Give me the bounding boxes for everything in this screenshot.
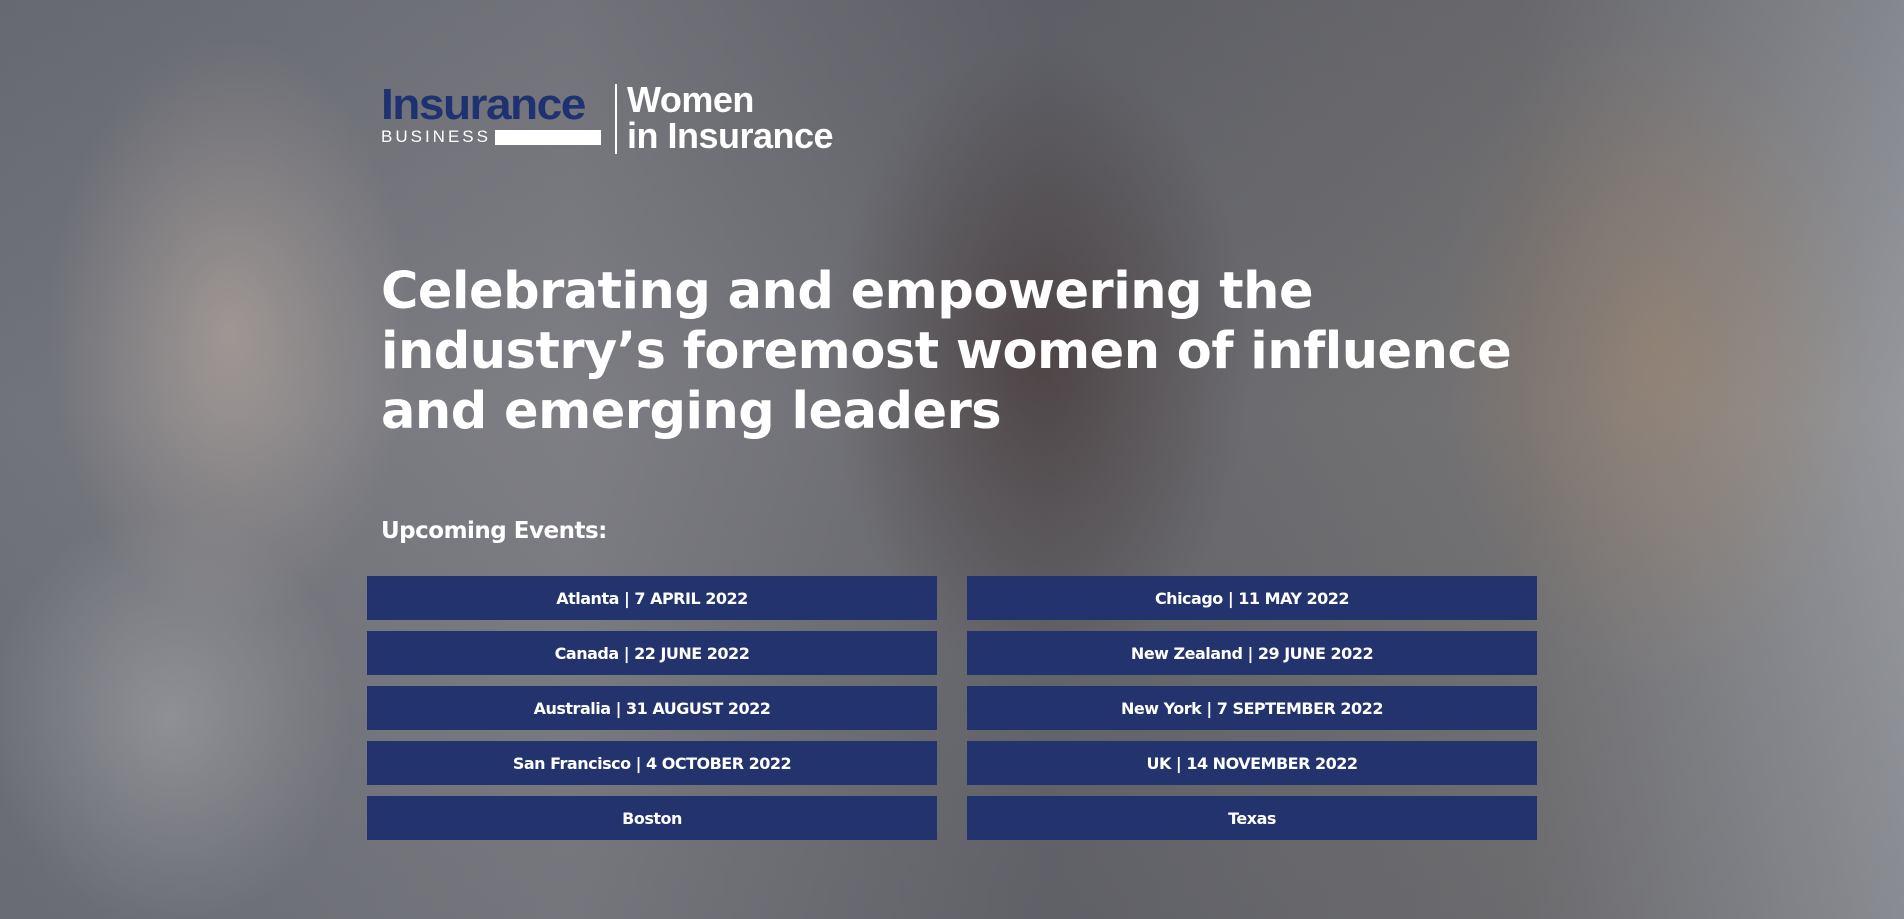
event-button-texas[interactable]: Texas bbox=[967, 796, 1537, 840]
logo-divider bbox=[615, 84, 617, 154]
event-button-boston[interactable]: Boston bbox=[367, 796, 937, 840]
upcoming-events-grid: Atlanta | 7 APRIL 2022 Chicago | 11 MAY … bbox=[367, 576, 1537, 840]
insurance-business-logo-sub: BUSINESS bbox=[381, 128, 601, 146]
event-button-san-francisco[interactable]: San Francisco | 4 OCTOBER 2022 bbox=[367, 741, 937, 785]
women-in-insurance-line-2: in Insurance bbox=[627, 115, 834, 156]
insurance-business-logo: Insurance BUSINESS bbox=[381, 82, 601, 146]
women-in-insurance-line-1: Women bbox=[627, 79, 754, 120]
event-button-uk[interactable]: UK | 14 NOVEMBER 2022 bbox=[967, 741, 1537, 785]
women-in-insurance-logo: Women in Insurance bbox=[627, 79, 834, 156]
brand-logo[interactable]: Insurance BUSINESS Women in Insurance bbox=[381, 79, 834, 156]
event-button-canada[interactable]: Canada | 22 JUNE 2022 bbox=[367, 631, 937, 675]
insurance-business-logo-bar bbox=[494, 129, 601, 145]
event-button-new-zealand[interactable]: New Zealand | 29 JUNE 2022 bbox=[967, 631, 1537, 675]
event-button-new-york[interactable]: New York | 7 SEPTEMBER 2022 bbox=[967, 686, 1537, 730]
event-button-atlanta[interactable]: Atlanta | 7 APRIL 2022 bbox=[367, 576, 937, 620]
insurance-business-logo-business: BUSINESS bbox=[381, 127, 491, 146]
insurance-business-logo-word: Insurance bbox=[381, 79, 586, 129]
upcoming-events-label: Upcoming Events: bbox=[381, 518, 607, 544]
event-button-australia[interactable]: Australia | 31 AUGUST 2022 bbox=[367, 686, 937, 730]
hero-headline: Celebrating and empowering the industry’… bbox=[381, 262, 1512, 441]
event-button-chicago[interactable]: Chicago | 11 MAY 2022 bbox=[967, 576, 1537, 620]
